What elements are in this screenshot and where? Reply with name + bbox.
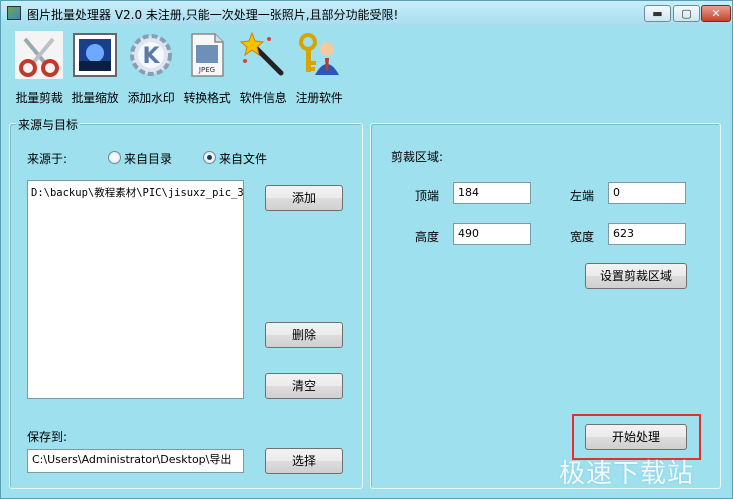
clear-button[interactable]: 清空 [265,373,343,399]
save-path-input[interactable]: C:\Users\Administrator\Desktop\导出 [27,449,244,473]
toolbar-label: 批量剪裁 [15,91,63,105]
magic-wand-icon [239,31,284,76]
delete-button[interactable]: 删除 [265,322,343,348]
toolbar-add-watermark[interactable]: K 添加水印 [123,31,179,106]
picture-icon [73,33,117,77]
source-from-label: 来源于: [27,152,68,166]
add-button[interactable]: 添加 [265,185,343,211]
radio-from-file-label[interactable]: 来自文件 [219,150,267,167]
top-input[interactable]: 184 [453,182,531,204]
title-bar[interactable]: 图片批量处理器 V2.0 未注册,只能一次处理一张照片,且部分功能受限! ▬ ▢… [1,1,732,26]
top-label: 顶端 [415,189,440,203]
scissors-icon [15,31,63,79]
svg-text:K: K [142,44,160,69]
width-input[interactable]: 623 [608,223,686,245]
start-processing-button[interactable]: 开始处理 [585,424,687,450]
close-button[interactable]: ✕ [701,5,731,22]
kde-gear-icon: K [130,34,172,76]
jpeg-file-icon: JPEG [191,33,224,77]
left-label: 左端 [570,189,595,203]
toolbar-label: 批量缩放 [71,91,119,105]
minimize-button[interactable]: ▬ [644,5,671,22]
svg-text:JPEG: JPEG [198,66,215,74]
height-label: 高度 [415,230,440,244]
save-to-label: 保存到: [27,430,68,444]
crop-area-title: 剪裁区域: [391,150,444,164]
app-window: 图片批量处理器 V2.0 未注册,只能一次处理一张照片,且部分功能受限! ▬ ▢… [0,0,733,499]
file-list[interactable]: D:\backup\教程素材\PIC\jisuxz_pic_3 [27,180,244,399]
window-title: 图片批量处理器 V2.0 未注册,只能一次处理一张照片,且部分功能受限! [27,8,399,22]
toolbar-label: 软件信息 [239,91,287,105]
toolbar-label: 注册软件 [295,91,343,105]
left-input[interactable]: 0 [608,182,686,204]
toolbar-batch-crop[interactable]: 批量剪裁 [11,31,67,106]
toolbar-convert-format[interactable]: JPEG 转换格式 [179,31,235,106]
radio-from-directory-label[interactable]: 来自目录 [124,150,172,167]
choose-button[interactable]: 选择 [265,448,343,474]
maximize-button[interactable]: ▢ [673,5,700,22]
width-label: 宽度 [570,230,595,244]
app-icon [7,6,21,20]
group-title: 来源与目标 [16,116,81,133]
radio-from-file[interactable] [203,151,216,164]
user-key-icon [299,33,339,75]
toolbar-label: 添加水印 [127,91,175,105]
toolbar-software-info[interactable]: 软件信息 [235,31,291,106]
watermark-logo: 极速下载站 [559,459,695,489]
toolbar-register[interactable]: 注册软件 [291,31,347,106]
radio-from-directory[interactable] [108,151,121,164]
height-input[interactable]: 490 [453,223,531,245]
toolbar-label: 转换格式 [183,91,231,105]
list-item[interactable]: D:\backup\教程素材\PIC\jisuxz_pic_3 [31,185,243,200]
set-crop-area-button[interactable]: 设置剪裁区域 [585,263,687,289]
toolbar-batch-scale[interactable]: 批量缩放 [67,31,123,106]
